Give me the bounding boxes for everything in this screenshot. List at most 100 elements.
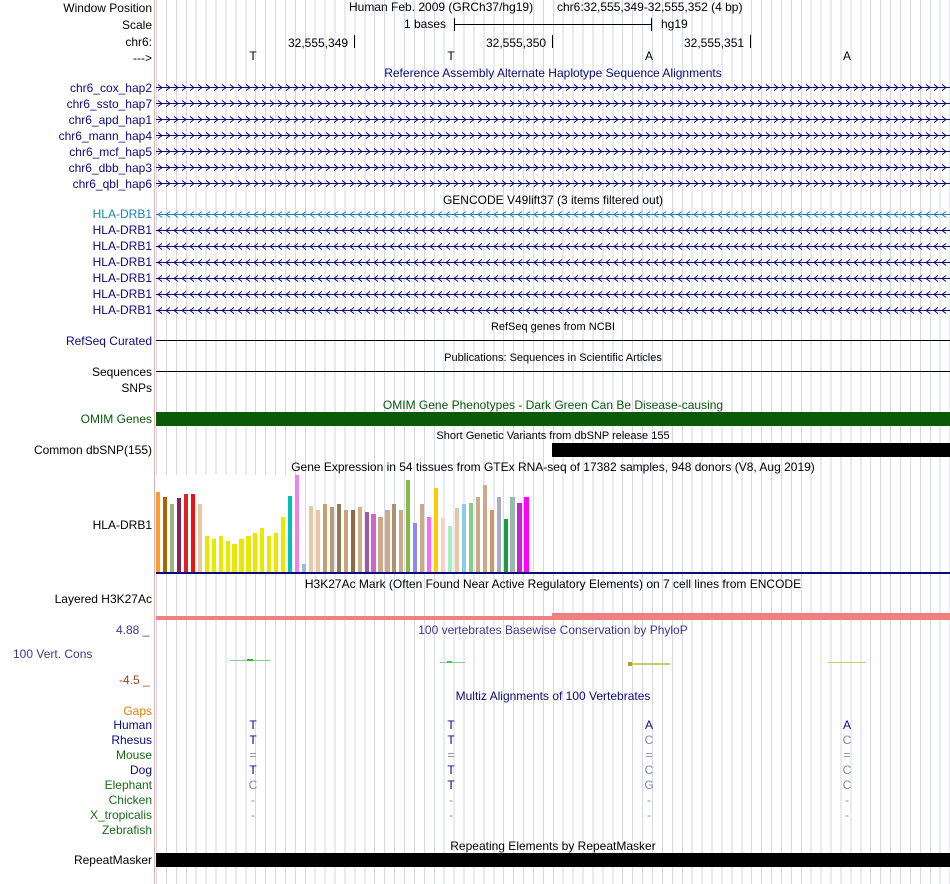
gtex-tissue-bar[interactable]	[350, 510, 355, 572]
gencode-transcript[interactable]	[156, 211, 950, 218]
intron-chevrons[interactable]	[156, 259, 950, 266]
gtex-tissue-bar[interactable]	[517, 503, 522, 572]
haplotype-alignment[interactable]	[156, 180, 950, 187]
multiz-species-label[interactable]: Mouse	[116, 748, 152, 762]
gtex-tissue-bar[interactable]	[434, 488, 439, 572]
omim-track-title[interactable]: OMIM Gene Phenotypes - Dark Green Can Be…	[156, 398, 950, 412]
gtex-tissue-bar[interactable]	[308, 506, 314, 572]
gencode-transcript-label[interactable]: HLA-DRB1	[93, 303, 152, 317]
gencode-transcript[interactable]	[156, 243, 950, 250]
gencode-transcript[interactable]	[156, 307, 950, 314]
intron-chevrons[interactable]	[156, 211, 950, 218]
h3k27ac-track-title[interactable]: H3K27Ac Mark (Often Found Near Active Re…	[156, 577, 950, 591]
gtex-tissue-bar[interactable]	[176, 498, 182, 572]
dbsnp-track-title[interactable]: Short Genetic Variants from dbSNP releas…	[156, 429, 950, 443]
haplotype-label[interactable]: chr6_cox_hap2	[70, 81, 152, 95]
gtex-tissue-bar[interactable]	[315, 510, 321, 572]
h3k27ac-signal[interactable]	[156, 616, 950, 620]
publications-track-title[interactable]: Publications: Sequences in Scientific Ar…	[156, 351, 950, 365]
gtex-tissue-bar[interactable]	[378, 517, 383, 572]
repeatmasker-track-label[interactable]: RepeatMasker	[74, 853, 152, 867]
haplotype-label[interactable]: chr6_apd_hap1	[69, 113, 152, 127]
gencode-transcript[interactable]	[156, 259, 950, 266]
gtex-tissue-bar[interactable]	[204, 536, 209, 572]
gtex-tissue-bar[interactable]	[260, 528, 265, 572]
haplotype-alignment[interactable]	[156, 164, 950, 171]
position-text[interactable]: chr6:32,555,349-32,555,352 (4 bp)	[557, 0, 742, 14]
alignment-chevrons[interactable]	[156, 132, 950, 139]
alignment-chevrons[interactable]	[156, 84, 950, 91]
intron-chevrons[interactable]	[156, 275, 950, 282]
alignment-chevrons[interactable]	[156, 164, 950, 171]
gtex-tissue-bar[interactable]	[322, 504, 327, 572]
gtex-tissue-bar[interactable]	[475, 497, 480, 572]
gtex-tissue-bar[interactable]	[399, 510, 404, 572]
gtex-tissue-bar[interactable]	[427, 517, 432, 572]
gencode-transcript-label[interactable]: HLA-DRB1	[93, 255, 152, 269]
gtex-tissue-bar[interactable]	[447, 526, 453, 572]
gtex-tissue-bar[interactable]	[211, 539, 216, 572]
refseq-track-label[interactable]: RefSeq Curated	[66, 334, 152, 348]
gtex-tissue-bar[interactable]	[524, 497, 529, 572]
gtex-tissue-bar[interactable]	[385, 510, 390, 572]
dbsnp-track-label[interactable]: Common dbSNP(155)	[34, 443, 152, 457]
omim-track-label[interactable]: OMIM Genes	[81, 412, 152, 426]
gtex-tissue-bar[interactable]	[295, 475, 300, 572]
haplotype-label[interactable]: chr6_mann_hap4	[59, 129, 152, 143]
gtex-tissue-bar[interactable]	[288, 496, 293, 572]
sequences-track-label[interactable]: Sequences	[92, 365, 152, 379]
gtex-tissue-bar[interactable]	[420, 504, 425, 572]
gtex-tissue-bar[interactable]	[371, 514, 376, 572]
gtex-tissue-bar[interactable]	[156, 492, 161, 572]
gtex-tissue-bar[interactable]	[454, 508, 460, 572]
gtex-tissue-bar[interactable]	[169, 504, 175, 572]
gtex-tissue-bar[interactable]	[413, 523, 418, 572]
gtex-tissue-bar[interactable]	[225, 541, 230, 572]
multiz-species-label[interactable]: Dog	[130, 763, 152, 777]
gencode-transcript-label[interactable]: HLA-DRB1	[93, 207, 152, 221]
gtex-tissue-bar[interactable]	[329, 507, 334, 572]
repeatmasker-feature-bar[interactable]	[156, 853, 950, 867]
phylop-track-title[interactable]: 100 vertebrates Basewise Conservation by…	[156, 623, 950, 637]
alignment-chevrons[interactable]	[156, 180, 950, 187]
gencode-transcript[interactable]	[156, 291, 950, 298]
gencode-transcript-label[interactable]: HLA-DRB1	[93, 271, 152, 285]
multiz-species-label[interactable]: Rhesus	[111, 733, 152, 747]
gtex-tissue-bar[interactable]	[503, 519, 508, 572]
omim-feature-bar[interactable]	[156, 412, 950, 426]
gtex-tissue-bar[interactable]	[482, 485, 487, 572]
multiz-species-label[interactable]: Human	[113, 718, 152, 732]
h3k27ac-track-label[interactable]: Layered H3K27Ac	[55, 592, 152, 606]
gtex-tissue-bar[interactable]	[489, 510, 494, 572]
multiz-species-label[interactable]: Zebrafish	[102, 823, 152, 837]
gtex-tissue-bar[interactable]	[162, 497, 168, 572]
gtex-tissue-bar[interactable]	[406, 480, 411, 572]
haplotype-alignment[interactable]	[156, 84, 950, 91]
multiz-species-label[interactable]: Chicken	[109, 793, 152, 807]
gencode-track-title[interactable]: GENCODE V49lift37 (3 items filtered out)	[156, 193, 950, 207]
haplotype-alignment[interactable]	[156, 116, 950, 123]
gtex-tissue-bar[interactable]	[183, 494, 188, 572]
gtex-tissue-bar[interactable]	[461, 504, 466, 572]
gtex-tissue-bar[interactable]	[496, 497, 501, 572]
gtex-tissue-bar[interactable]	[246, 536, 251, 572]
haplotype-alignment[interactable]	[156, 132, 950, 139]
gtex-tissue-bar[interactable]	[510, 497, 515, 572]
gencode-transcript-label[interactable]: HLA-DRB1	[93, 223, 152, 237]
gtex-tissue-bar[interactable]	[274, 533, 279, 572]
intron-chevrons[interactable]	[156, 307, 950, 314]
gtex-tissue-bar[interactable]	[267, 536, 272, 572]
gtex-tissue-bar[interactable]	[253, 533, 258, 572]
gtex-tissue-bar[interactable]	[343, 510, 348, 572]
gencode-transcript-label[interactable]: HLA-DRB1	[93, 287, 152, 301]
multiz-species-label[interactable]: X_tropicalis	[90, 808, 152, 822]
alignment-chevrons[interactable]	[156, 116, 950, 123]
haplotype-alignment[interactable]	[156, 148, 950, 155]
haplotype-label[interactable]: chr6_mcf_hap5	[69, 145, 152, 159]
gtex-tissue-bar[interactable]	[336, 504, 341, 572]
gencode-transcript[interactable]	[156, 275, 950, 282]
snps-track-label[interactable]: SNPs	[121, 381, 152, 395]
multiz-track-title[interactable]: Multiz Alignments of 100 Vertebrates	[156, 689, 950, 703]
haplotype-label[interactable]: chr6_ssto_hap7	[67, 97, 152, 111]
gtex-tissue-bar[interactable]	[357, 507, 362, 572]
